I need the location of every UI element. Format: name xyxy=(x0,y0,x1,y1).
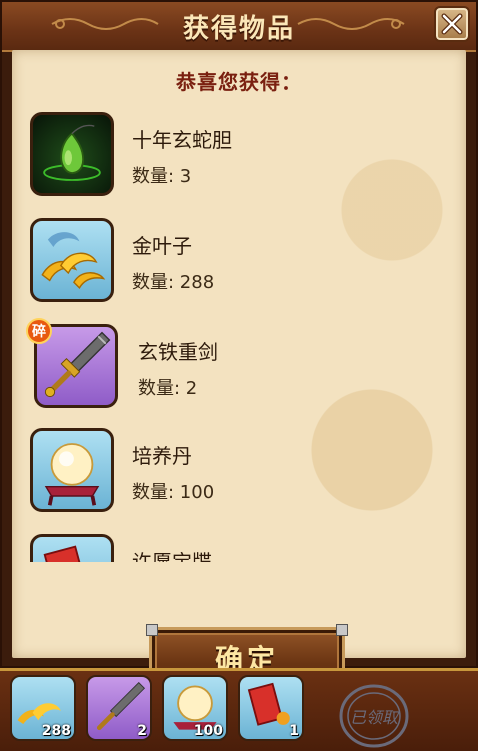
dialog-paper: 恭喜您获得： 十年玄蛇胆 数量: 3 金叶子 数量: 288 碎 玄铁重剑 数量… xyxy=(12,50,466,696)
close-button[interactable] xyxy=(434,6,470,42)
reward-item[interactable]: 许愿宝牒 xyxy=(30,534,450,562)
congrats-text: 恭喜您获得： xyxy=(176,70,302,94)
pill-icon xyxy=(30,428,114,512)
item-quantity: 数量: 2 xyxy=(138,378,198,399)
item-quantity: 数量: 3 xyxy=(132,166,192,187)
reward-item[interactable]: 培养丹 数量: 100 xyxy=(30,428,450,520)
button-corner xyxy=(336,624,348,636)
gold-leaf-icon[interactable]: 288 xyxy=(10,675,76,741)
pill-icon[interactable]: 100 xyxy=(162,675,228,741)
heavy-sword-icon[interactable]: 2 xyxy=(86,675,152,741)
dialog-titlebar: 获得物品 xyxy=(2,2,476,52)
item-name: 金叶子 xyxy=(132,234,192,258)
background-reward-strip: 288 2 100 1 已领取 xyxy=(0,668,478,751)
claimed-stamp-icon: 已领取 xyxy=(339,684,409,748)
item-quantity: 数量: 100 xyxy=(132,482,215,503)
reward-item[interactable]: 碎 玄铁重剑 数量: 2 xyxy=(26,318,450,416)
item-name: 十年玄蛇胆 xyxy=(132,128,232,152)
strip-item-quantity: 1 xyxy=(289,723,299,739)
ornament-right-icon xyxy=(297,18,405,30)
snake-gall-icon xyxy=(30,112,114,196)
reward-list[interactable]: 十年玄蛇胆 数量: 3 金叶子 数量: 288 碎 玄铁重剑 数量: 2 培养丹… xyxy=(12,106,466,562)
close-icon xyxy=(441,13,463,35)
item-name: 许愿宝牒 xyxy=(132,550,212,562)
strip-item-quantity: 2 xyxy=(137,723,147,739)
strip-item-quantity: 288 xyxy=(41,723,71,739)
wish-scroll-icon[interactable]: 1 xyxy=(238,675,304,741)
strip-item-quantity: 100 xyxy=(193,723,223,739)
fragment-badge: 碎 xyxy=(26,318,52,344)
reward-item[interactable]: 十年玄蛇胆 数量: 3 xyxy=(30,112,450,204)
reward-item[interactable]: 金叶子 数量: 288 xyxy=(30,218,450,310)
claimed-stamp-text: 已领取 xyxy=(350,708,400,727)
item-name: 培养丹 xyxy=(132,444,192,468)
item-name: 玄铁重剑 xyxy=(138,340,218,364)
reward-dialog: 获得物品 恭喜您获得： 十年玄蛇胆 数量: 3 金叶子 数量: 288 碎 玄铁… xyxy=(0,0,478,696)
item-quantity: 数量: 288 xyxy=(132,272,215,293)
button-corner xyxy=(146,624,158,636)
gold-leaf-icon xyxy=(30,218,114,302)
wish-scroll-icon xyxy=(30,534,114,562)
